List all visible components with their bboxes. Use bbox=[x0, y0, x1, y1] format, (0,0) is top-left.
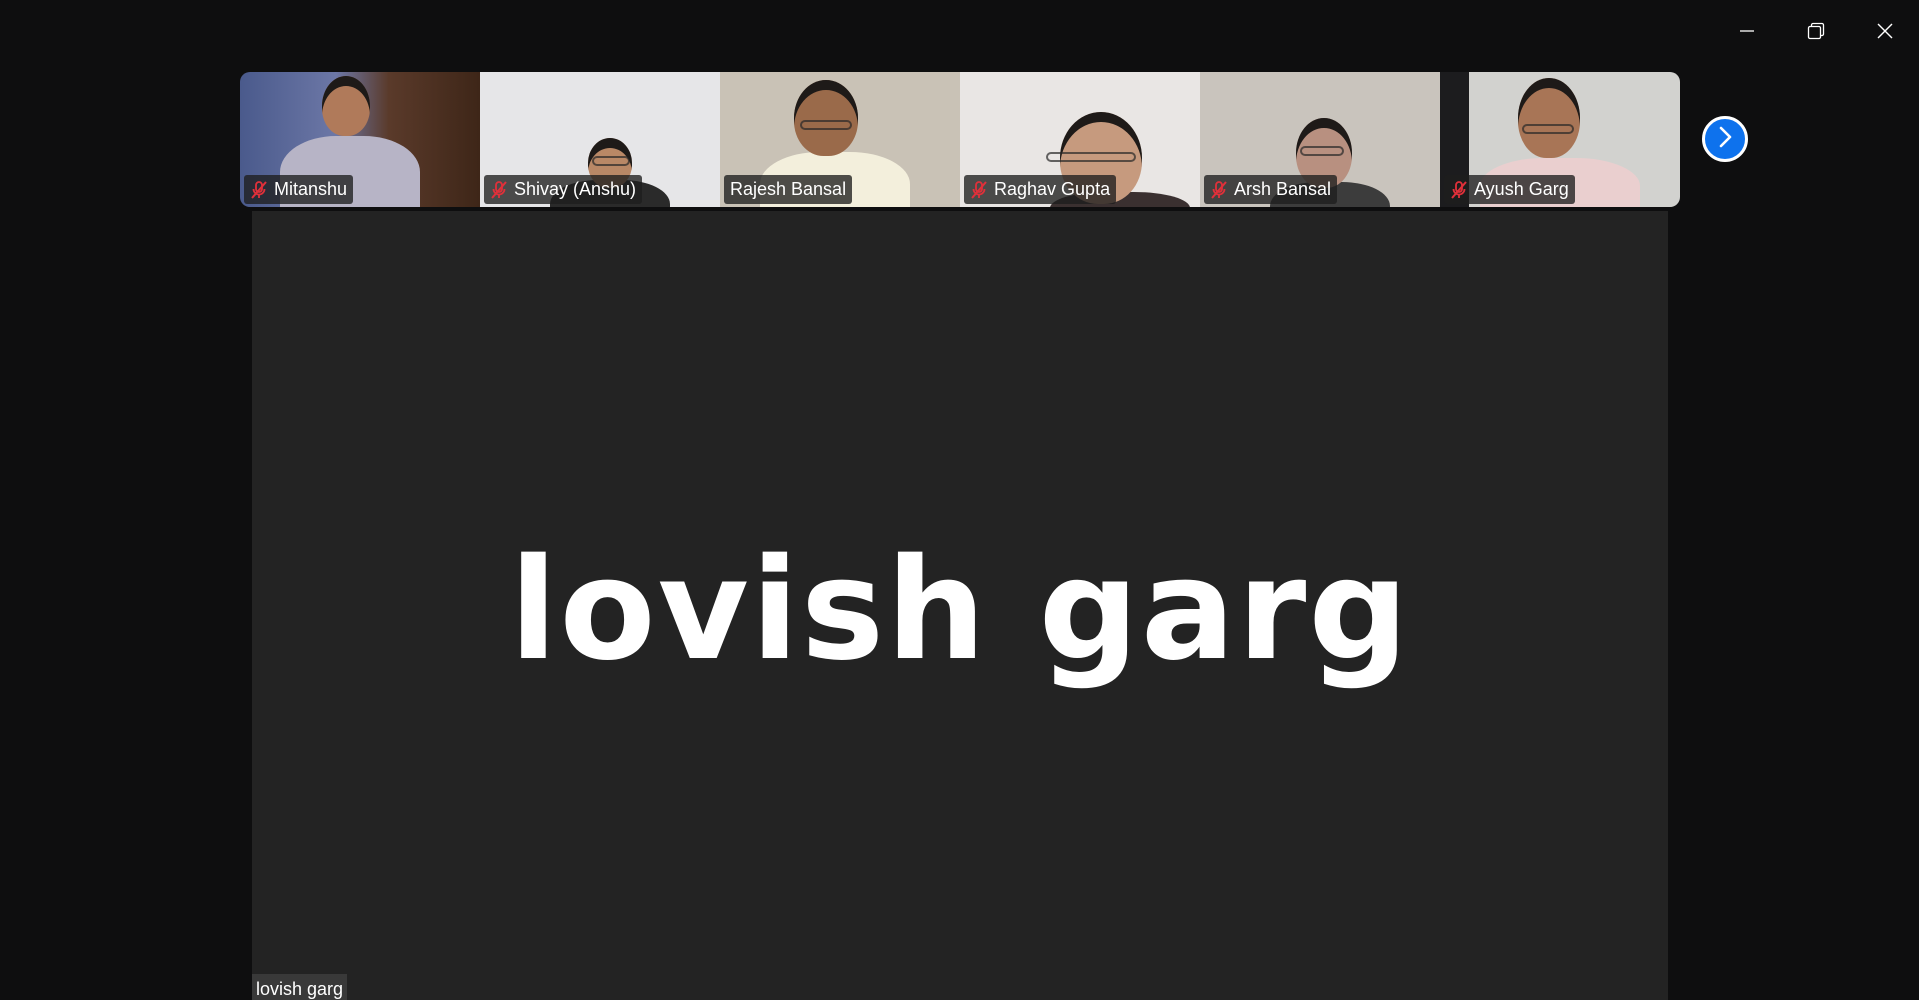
participant-name-tag: Ayush Garg bbox=[1444, 175, 1575, 204]
microphone-muted-icon bbox=[488, 179, 510, 201]
active-speaker-name-tag: lovish garg bbox=[252, 974, 348, 1000]
glasses-icon bbox=[1522, 124, 1574, 134]
restore-icon bbox=[1807, 22, 1825, 40]
window-controls bbox=[1712, 0, 1919, 62]
participant-name: Rajesh Bansal bbox=[730, 179, 847, 199]
participant-name-tag: Raghav Gupta bbox=[964, 175, 1117, 204]
participant-name-tag: Rajesh Bansal bbox=[724, 175, 853, 204]
chevron-right-icon bbox=[1715, 125, 1735, 154]
glasses-icon bbox=[1046, 152, 1136, 162]
meeting-window: Mitanshu Shivay (Anshu) Rajesh Bansal Ragha… bbox=[0, 0, 1919, 1000]
minimize-icon bbox=[1739, 23, 1755, 39]
participant-head bbox=[794, 80, 858, 156]
close-button[interactable] bbox=[1850, 0, 1919, 62]
participant-name: Mitanshu bbox=[274, 179, 348, 199]
microphone-muted-icon bbox=[968, 179, 990, 201]
participant-head bbox=[1518, 78, 1580, 158]
close-icon bbox=[1876, 22, 1894, 40]
participant-filmstrip: Mitanshu Shivay (Anshu) Rajesh Bansal Ragha… bbox=[240, 72, 1680, 207]
participant-name: Raghav Gupta bbox=[994, 179, 1111, 199]
participant-tile[interactable]: Raghav Gupta bbox=[960, 72, 1200, 207]
participant-tile[interactable]: Rajesh Bansal bbox=[720, 72, 960, 207]
microphone-muted-icon bbox=[248, 179, 270, 201]
participant-name: Arsh Bansal bbox=[1234, 179, 1332, 199]
restore-button[interactable] bbox=[1781, 0, 1850, 62]
participant-tile[interactable]: Shivay (Anshu) bbox=[480, 72, 720, 207]
participant-name-tag: Shivay (Anshu) bbox=[484, 175, 643, 204]
participant-name: Ayush Garg bbox=[1474, 179, 1569, 199]
glasses-icon bbox=[800, 120, 852, 130]
active-speaker-video[interactable]: lovish garg lovish garg bbox=[252, 211, 1668, 1000]
participant-name-tag: Arsh Bansal bbox=[1204, 175, 1338, 204]
glasses-icon bbox=[592, 156, 630, 166]
participant-tile[interactable]: Arsh Bansal bbox=[1200, 72, 1440, 207]
active-speaker-display-name: lovish garg bbox=[509, 529, 1411, 692]
glasses-icon bbox=[1300, 146, 1344, 156]
participant-name-tag: Mitanshu bbox=[244, 175, 354, 204]
participant-head bbox=[322, 76, 370, 136]
participant-tile[interactable]: Mitanshu bbox=[240, 72, 480, 207]
participant-name: Shivay (Anshu) bbox=[514, 179, 637, 199]
microphone-muted-icon bbox=[1208, 179, 1230, 201]
microphone-muted-icon bbox=[1448, 179, 1470, 201]
filmstrip-next-button[interactable] bbox=[1702, 116, 1748, 162]
participant-tile[interactable]: Ayush Garg bbox=[1440, 72, 1680, 207]
minimize-button[interactable] bbox=[1712, 0, 1781, 62]
